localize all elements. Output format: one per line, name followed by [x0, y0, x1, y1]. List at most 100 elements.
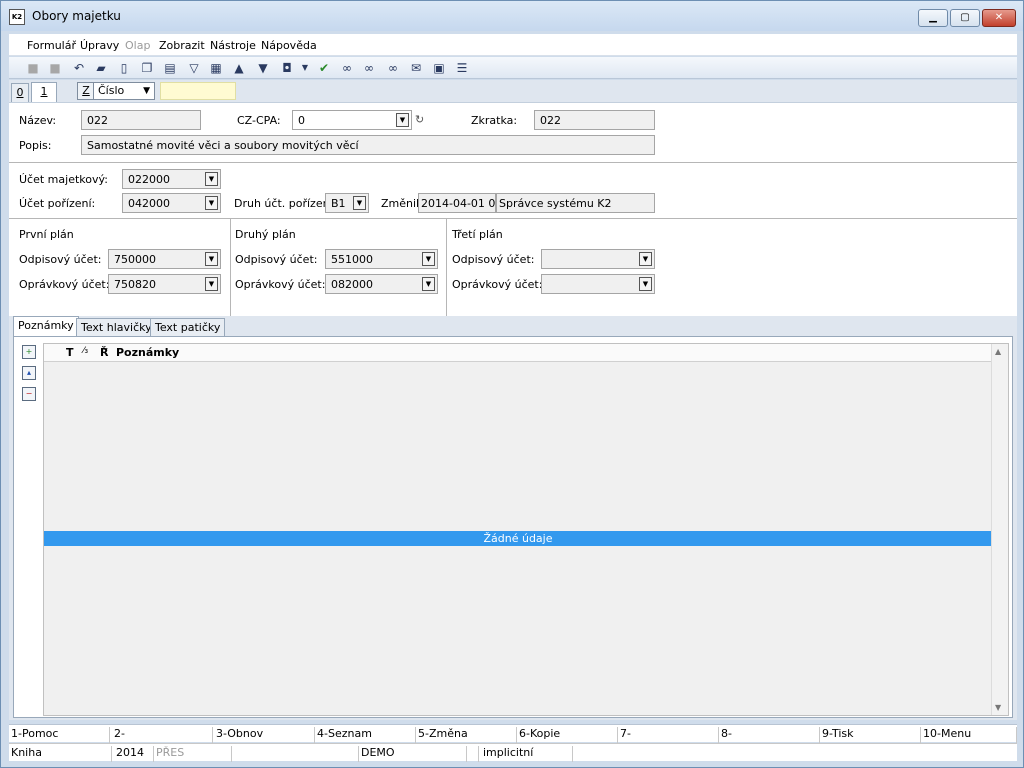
fkey-3[interactable]: 3-Obnov: [214, 727, 315, 743]
close-button[interactable]: ✕: [982, 9, 1016, 27]
scroll-up-icon[interactable]: ▲: [995, 347, 1001, 356]
divider: [446, 219, 447, 317]
first-plan-opravkovy-select[interactable]: 750820 ▼: [108, 274, 221, 294]
menu-upravy[interactable]: Úpravy: [80, 39, 119, 52]
ucet-porizeni-label: Účet pořízení:: [19, 197, 96, 210]
tab-poznamky[interactable]: Poznámky: [13, 316, 79, 337]
open-folder-icon[interactable]: ▰: [93, 60, 109, 76]
zkratka-field[interactable]: 022: [534, 110, 655, 130]
chevron-down-icon: ▼: [353, 196, 366, 210]
second-plan-opravkovy-value: 082000: [331, 278, 373, 291]
arrow-up-icon[interactable]: ▲: [231, 60, 247, 76]
save-icon[interactable]: ■: [25, 60, 41, 76]
record-tab-row: 0 1 Z Číslo ▼: [9, 80, 1017, 103]
add-note-icon[interactable]: +: [22, 345, 36, 359]
chevron-down-icon: ▼: [205, 277, 218, 291]
binoculars-icon[interactable]: ∞: [339, 60, 355, 76]
refresh-icon[interactable]: ↻: [415, 113, 424, 126]
quick-search-input[interactable]: [160, 82, 236, 100]
third-plan-opravkovy-select[interactable]: ▼: [541, 274, 655, 294]
fkey-10[interactable]: 10-Menu: [921, 727, 1017, 743]
third-plan-title: Třetí plán: [452, 228, 503, 241]
cz-cpa-select[interactable]: 0 ▼: [292, 110, 412, 130]
book-icon[interactable]: ▤: [162, 60, 178, 76]
column-t[interactable]: T: [66, 346, 74, 359]
second-plan-opravkovy-label: Oprávkový účet:: [235, 278, 326, 291]
new-document-icon[interactable]: ▯: [116, 60, 132, 76]
ucet-porizeni-select[interactable]: 042000 ▼: [122, 193, 221, 213]
ucet-majetkovy-select[interactable]: 022000 ▼: [122, 169, 221, 189]
menu-formular[interactable]: Formulář: [27, 39, 76, 52]
third-plan-odpisovy-select[interactable]: ▼: [541, 249, 655, 269]
menu-olap[interactable]: Olap: [125, 39, 150, 52]
tab-text-paticky[interactable]: Text patičky: [150, 318, 226, 337]
function-key-bar: 1-Pomoc 2- 3-Obnov 4-Seznam 5-Změna 6-Ko…: [9, 724, 1017, 743]
window-title: Obory majetku: [32, 9, 121, 23]
undo-icon[interactable]: ↶: [71, 60, 87, 76]
fkey-7[interactable]: 7-: [618, 727, 719, 743]
notes-panel: + ▴ − T ⁄₃ Ř̌ Poznámky Žádné údaje ▲ ▼: [13, 336, 1013, 718]
second-plan-odpisovy-select[interactable]: 551000 ▼: [325, 249, 438, 269]
app-logo-icon: K2: [9, 9, 25, 25]
menu-zobrazit[interactable]: Zobrazit: [159, 39, 205, 52]
third-plan-odpisovy-label: Odpisový účet:: [452, 253, 535, 266]
lower-tab-area: Poznámky Text hlavičky Text patičky + ▴ …: [9, 316, 1017, 720]
zkratka-label: Zkratka:: [471, 114, 518, 127]
zmenil-label: Změnil:: [381, 197, 423, 210]
column-r[interactable]: Ř̌: [100, 346, 108, 359]
fkey-6[interactable]: 6-Kopie: [517, 727, 618, 743]
menu-napoveda[interactable]: Nápověda: [261, 39, 317, 52]
tab-0[interactable]: 0: [11, 83, 29, 102]
title-bar: K2 Obory majetku ▁ ▢ ✕: [1, 1, 1023, 31]
binoculars-replace-icon[interactable]: ∞: [385, 60, 401, 76]
fkey-1[interactable]: 1-Pomoc: [9, 727, 110, 743]
column-fraction[interactable]: ⁄₃: [83, 346, 88, 356]
status-book: Kniha: [9, 746, 112, 762]
cz-cpa-value: 0: [298, 114, 305, 127]
popis-field[interactable]: Samostatné movité věci a soubory movitýc…: [81, 135, 655, 155]
maximize-button[interactable]: ▢: [950, 9, 980, 27]
status-bar: Kniha 2014 PŘES DEMO implicitní: [9, 743, 1017, 762]
nazev-field[interactable]: 022: [81, 110, 201, 130]
second-plan-title: Druhý plán: [235, 228, 296, 241]
chevron-down-icon: ▼: [422, 252, 435, 266]
druh-porizeni-label: Druh účt. pořízení:: [234, 197, 337, 210]
mail-icon[interactable]: ✉: [408, 60, 424, 76]
column-notes[interactable]: Poznámky: [116, 346, 179, 359]
toolbar: ■ ■ ↶ ▰ ▯ ❐ ▤ ▽ ▦ ▲ ▼ ◘ ▼ ✔ ∞ ∞ ∞ ✉ ▣ ☰: [9, 57, 1017, 79]
arrow-down-icon[interactable]: ▼: [255, 60, 271, 76]
chevron-down-icon: ▼: [205, 252, 218, 266]
tab-text-hlavicky[interactable]: Text hlavičky: [76, 318, 157, 337]
filter-doc-icon[interactable]: ▦: [208, 60, 224, 76]
binoculars-next-icon[interactable]: ∞: [361, 60, 377, 76]
delete-note-icon[interactable]: −: [22, 387, 36, 401]
edit-note-icon[interactable]: ▴: [22, 366, 36, 380]
notes-grid[interactable]: T ⁄₃ Ř̌ Poznámky Žádné údaje ▲ ▼: [43, 343, 1009, 716]
status-empty-2: [467, 746, 479, 762]
first-plan-opravkovy-label: Oprávkový účet:: [19, 278, 110, 291]
tab-1[interactable]: 1: [31, 82, 57, 103]
sort-field-select[interactable]: Číslo ▼: [93, 82, 155, 100]
camera-icon[interactable]: ◘: [279, 60, 295, 76]
fkey-8[interactable]: 8-: [719, 727, 820, 743]
menu-lines-icon[interactable]: ☰: [454, 60, 470, 76]
minimize-button[interactable]: ▁: [918, 9, 948, 27]
first-plan-odpisovy-select[interactable]: 750000 ▼: [108, 249, 221, 269]
dropdown-arrow-icon[interactable]: ▼: [297, 60, 313, 76]
vertical-scrollbar[interactable]: ▲ ▼: [991, 344, 1008, 715]
copy-icon[interactable]: ❐: [139, 60, 155, 76]
filter-icon[interactable]: ▽: [186, 60, 202, 76]
menu-nastroje[interactable]: Nástroje: [210, 39, 256, 52]
check-icon[interactable]: ✔: [316, 60, 332, 76]
status-empty-1: [232, 746, 359, 762]
fkey-5[interactable]: 5-Změna: [416, 727, 517, 743]
save-as-icon[interactable]: ■: [47, 60, 63, 76]
druh-porizeni-select[interactable]: B1 ▼: [325, 193, 369, 213]
scroll-down-icon[interactable]: ▼: [995, 703, 1001, 712]
second-plan-opravkovy-select[interactable]: 082000 ▼: [325, 274, 438, 294]
fkey-2[interactable]: 2-: [112, 727, 213, 743]
fkey-9[interactable]: 9-Tisk: [820, 727, 921, 743]
first-plan-odpisovy-label: Odpisový účet:: [19, 253, 102, 266]
fkey-4[interactable]: 4-Seznam: [315, 727, 416, 743]
mailbox-icon[interactable]: ▣: [431, 60, 447, 76]
